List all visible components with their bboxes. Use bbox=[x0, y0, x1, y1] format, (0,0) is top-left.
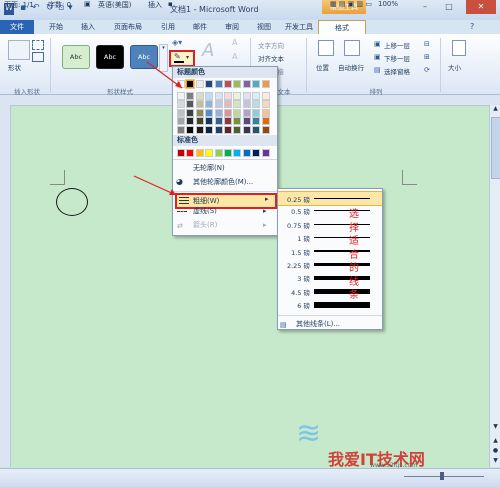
watermark-wings-icon: ≋ bbox=[296, 416, 322, 451]
annotation-arrows bbox=[133, 61, 183, 196]
proofing-icon[interactable]: ▣ bbox=[84, 0, 91, 8]
insert-mode-status[interactable]: 插入 bbox=[148, 0, 162, 10]
word-count[interactable]: 字数: 0 bbox=[48, 0, 71, 10]
macro-record-icon[interactable]: ▪ bbox=[168, 0, 173, 8]
zoom-level[interactable]: 100% bbox=[378, 0, 398, 8]
zoom-slider-thumb[interactable] bbox=[440, 472, 444, 480]
annotation-arrow bbox=[133, 175, 177, 196]
annotation-char: 条 bbox=[349, 290, 359, 301]
zoom-slider[interactable] bbox=[404, 476, 484, 477]
view-buttons[interactable]: ▦ ▤ ▣ ▥ ▭ bbox=[330, 0, 372, 8]
status-bar bbox=[0, 468, 500, 487]
language-status[interactable]: 英语(美国) bbox=[98, 0, 131, 10]
arrowhead-icon bbox=[175, 81, 182, 88]
page-count[interactable]: 页面: 1/1 bbox=[4, 0, 34, 10]
